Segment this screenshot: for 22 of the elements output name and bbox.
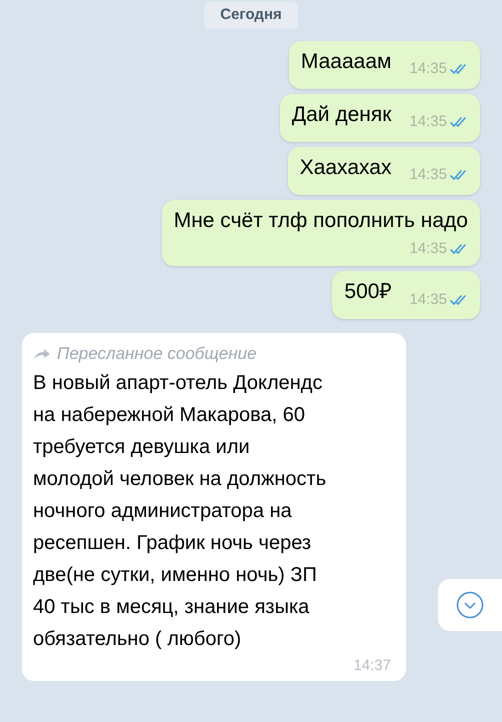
message-text: Мне счёт тлф пополнить надо: [174, 208, 468, 234]
scroll-down-button[interactable]: [438, 579, 502, 631]
double-check-icon: [450, 242, 468, 255]
double-check-icon: [450, 116, 468, 128]
message-text: Дай деняк: [292, 102, 392, 128]
chevron-down-icon: [456, 591, 484, 619]
message-text: Хаахахах: [300, 154, 392, 180]
forward-arrow-icon: [33, 348, 51, 360]
message-time: 14:35: [409, 165, 447, 185]
date-label: Сегодня: [204, 2, 298, 28]
double-check-icon: [450, 169, 468, 182]
message-time: 14:37: [353, 656, 392, 676]
message-time: 14:35: [409, 290, 447, 310]
double-check-icon: [450, 63, 468, 76]
message-text: В новый апарт-отель Доклендс на набережной Макарова, 60 требуется девушка или молодой человек на должность ночного администратора на ресепшен. График ночь через две(не сутки, именно ночь) ЗП 40 тыс в месяц, знание языка обязательно ( любого): [33, 370, 328, 652]
message-text: Мааааам: [300, 48, 392, 74]
forwarded-label: Пересланное сообщение: [57, 343, 257, 365]
message-time: 14:35: [409, 59, 447, 79]
double-check-icon: [450, 294, 468, 306]
message-time: 14:35: [409, 112, 447, 132]
message-time: 14:35: [409, 238, 447, 258]
message-text: 500₽: [344, 279, 392, 305]
